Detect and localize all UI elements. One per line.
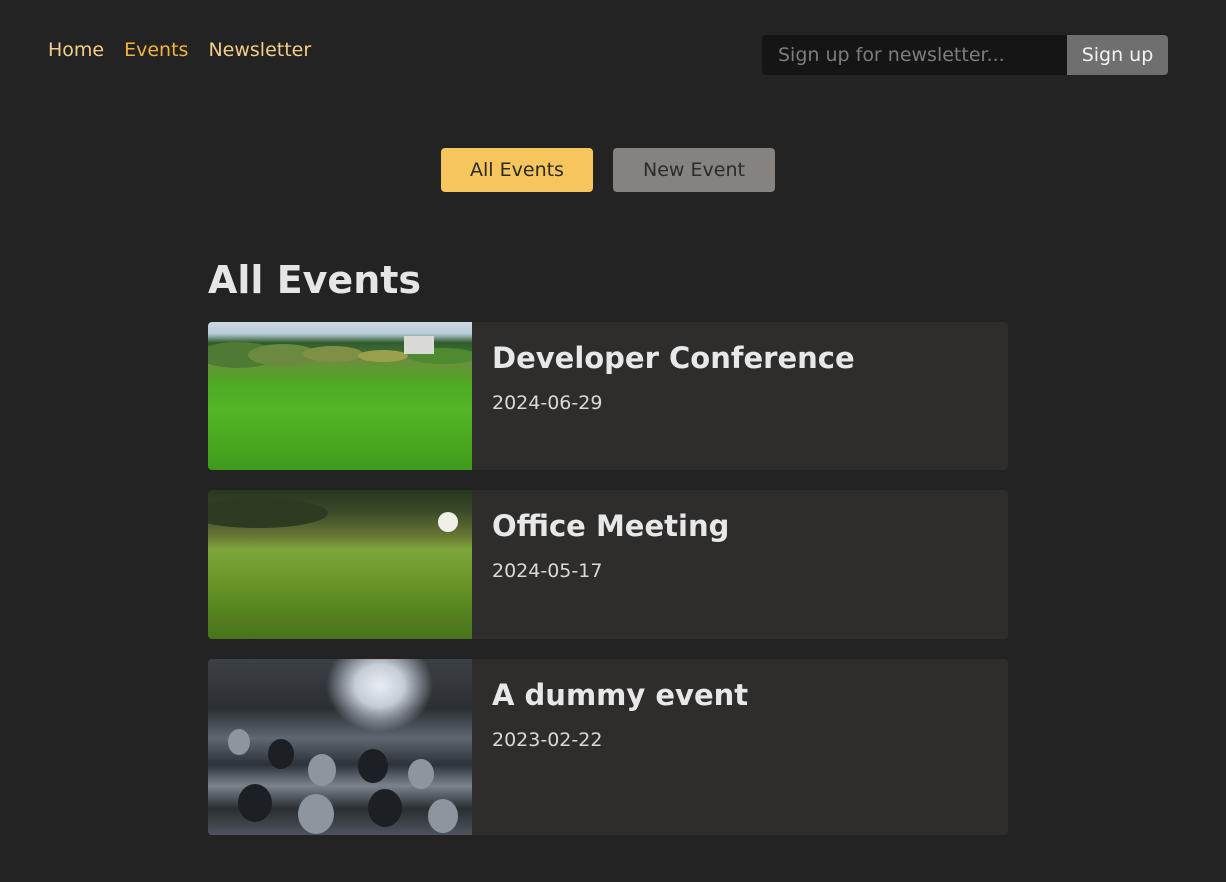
event-title: A dummy event (492, 678, 749, 712)
event-item[interactable]: A dummy event 2023-02-22 (208, 659, 1008, 835)
signup-button[interactable]: Sign up (1067, 35, 1168, 75)
event-image-audience (208, 659, 472, 835)
event-info: Developer Conference 2024-06-29 (472, 322, 875, 470)
newsletter-email-input[interactable] (762, 35, 1067, 75)
event-image-garden-lawn (208, 322, 472, 470)
newsletter-signup-form: Sign up (762, 35, 1168, 75)
event-item[interactable]: Developer Conference 2024-06-29 (208, 322, 1008, 470)
events-navigation: All Events New Event (0, 148, 1226, 192)
all-events-tab[interactable]: All Events (441, 148, 593, 192)
nav-link-events[interactable]: Events (124, 37, 188, 63)
new-event-tab[interactable]: New Event (613, 148, 775, 192)
event-date: 2024-05-17 (492, 560, 603, 582)
event-title: Office Meeting (492, 509, 730, 543)
nav-link-home[interactable]: Home (48, 37, 104, 63)
event-item[interactable]: Office Meeting 2024-05-17 (208, 490, 1008, 639)
event-info: A dummy event 2023-02-22 (472, 659, 768, 835)
event-title: Developer Conference (492, 341, 855, 375)
event-date: 2024-06-29 (492, 392, 603, 414)
main-header: Home Events Newsletter Sign up (0, 0, 1226, 100)
main-navigation: Home Events Newsletter (48, 37, 311, 63)
event-date: 2023-02-22 (492, 729, 603, 751)
page-title: All Events (208, 258, 422, 302)
event-info: Office Meeting 2024-05-17 (472, 490, 749, 639)
event-image-lawn-closeup (208, 490, 472, 639)
nav-link-newsletter[interactable]: Newsletter (208, 37, 311, 63)
